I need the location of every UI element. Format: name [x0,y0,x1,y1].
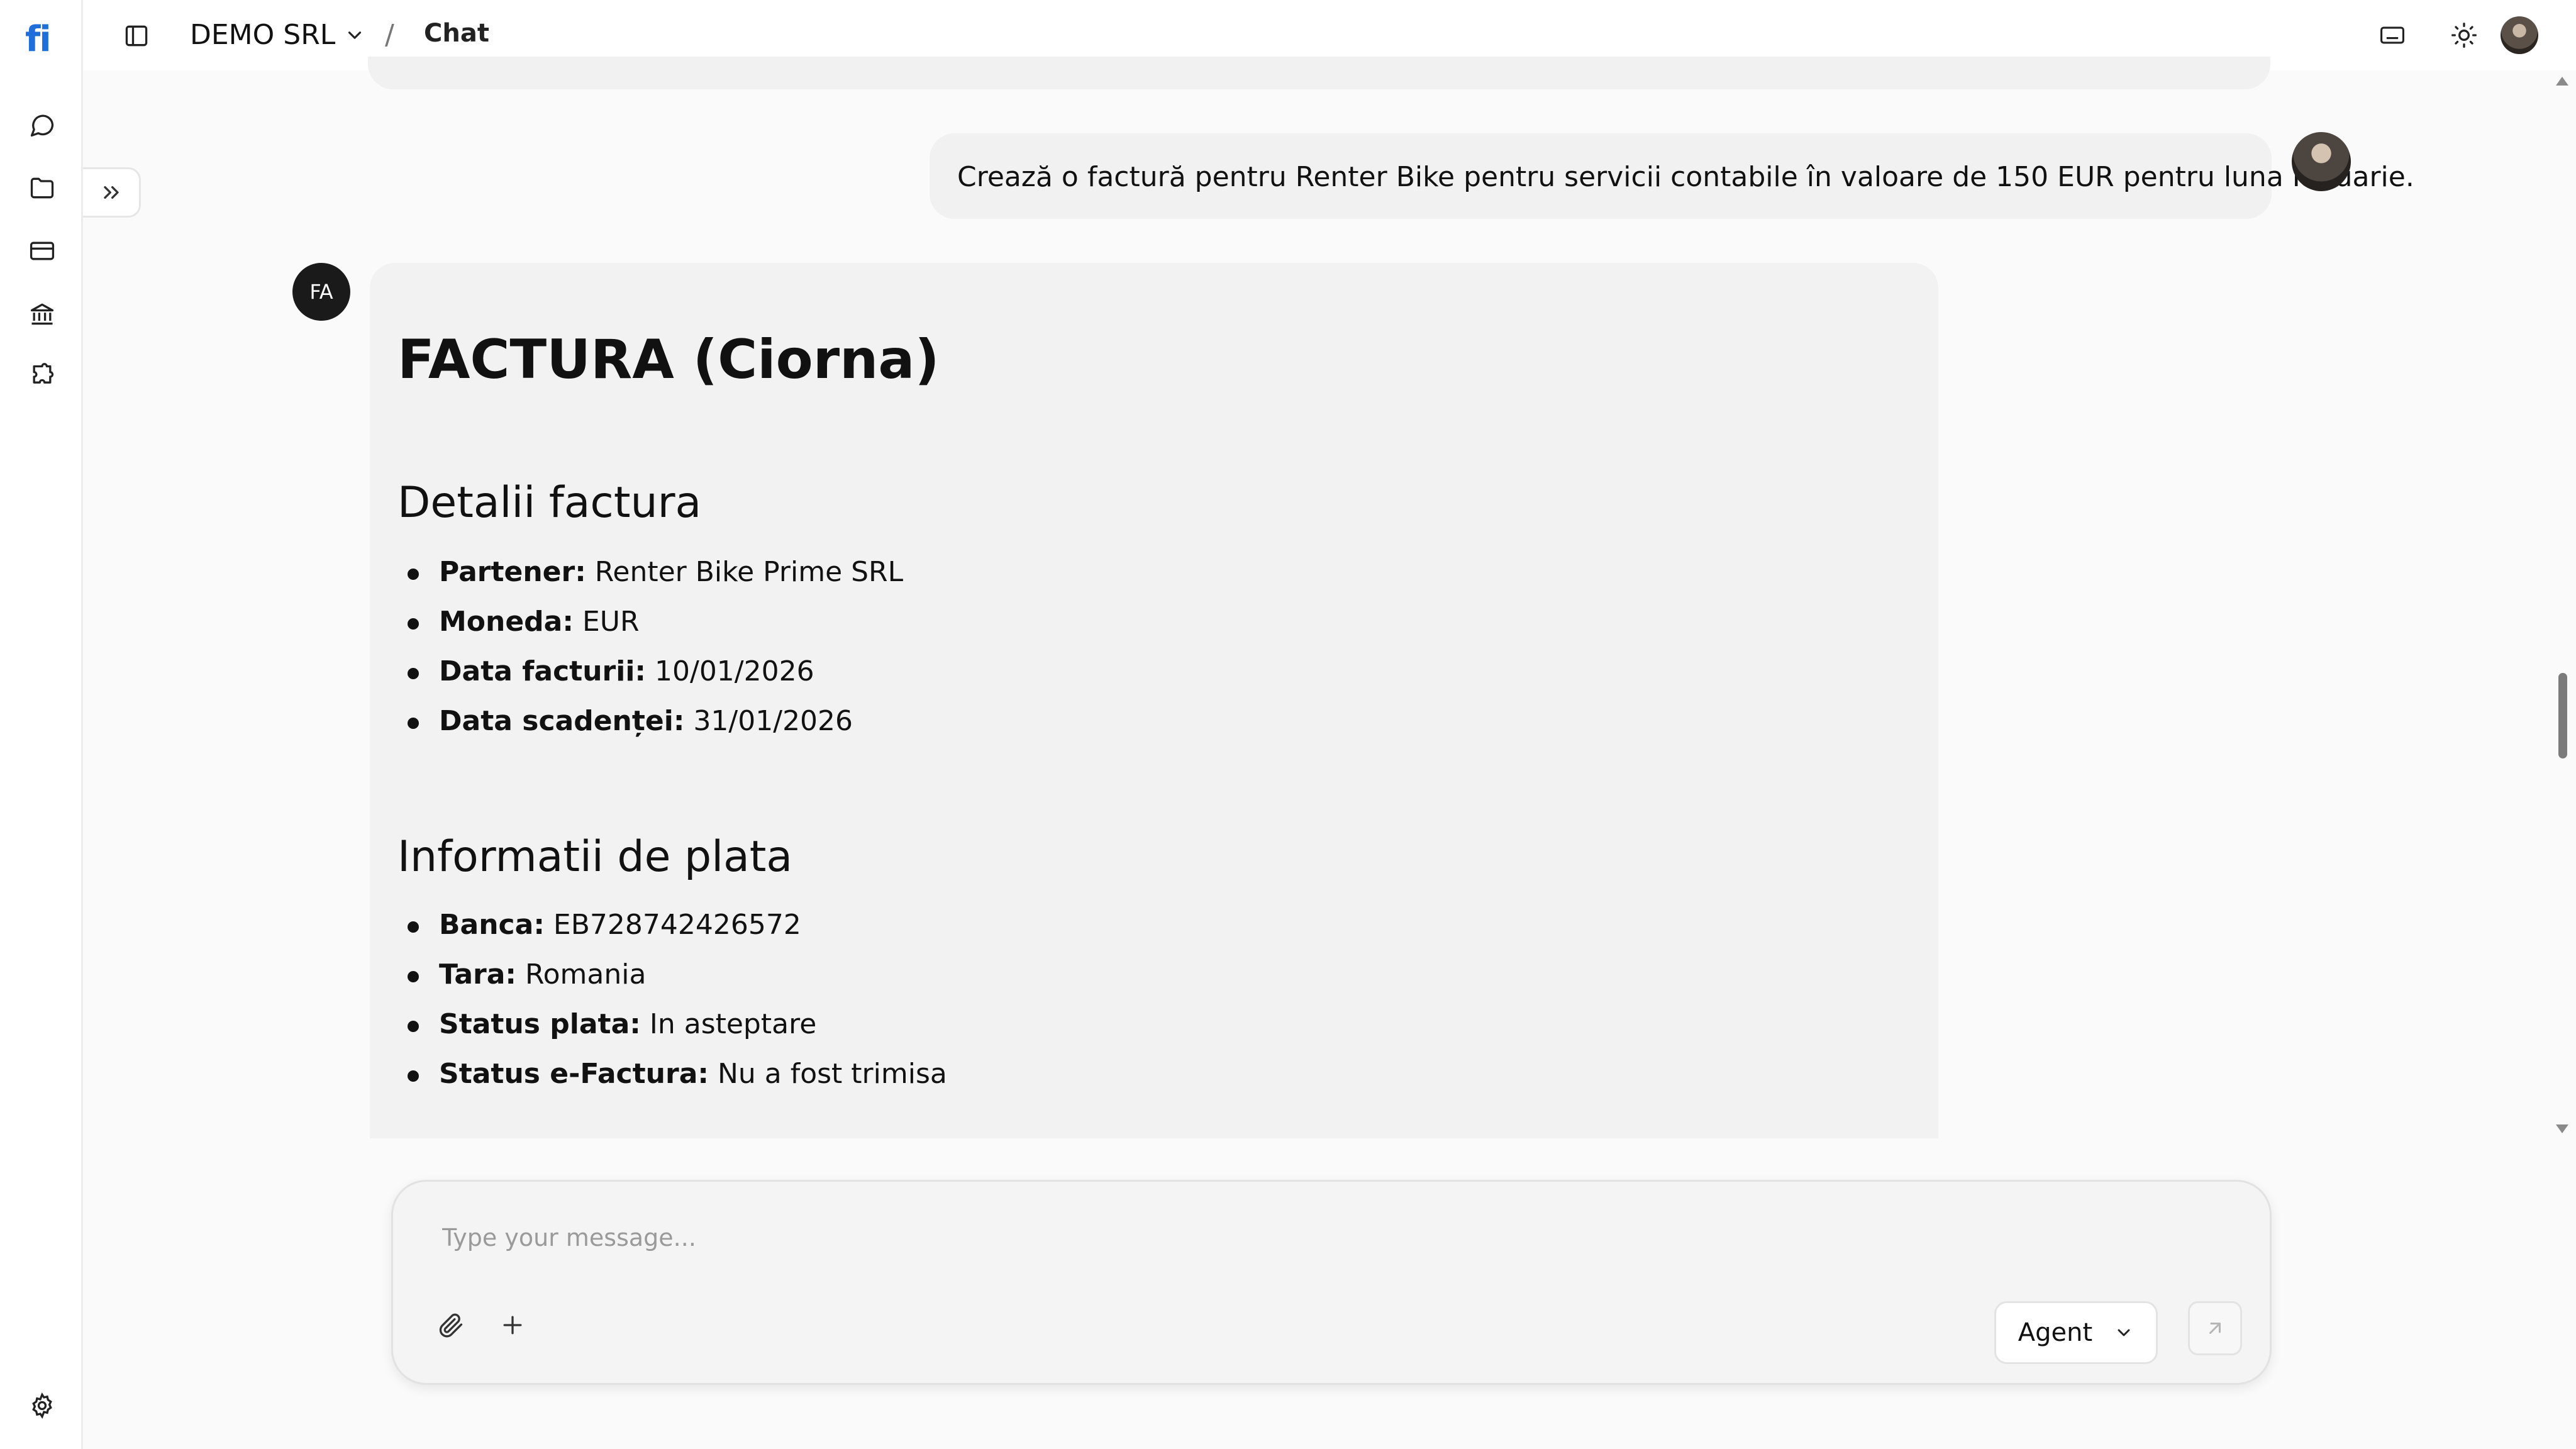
folder-icon [30,177,54,199]
paperclip-icon [439,1313,463,1338]
list-item: Tara: Romania [397,956,947,1006]
theme-toggle-button[interactable] [2446,18,2482,53]
agent-avatar: FA [292,263,350,321]
chevron-down-icon [2118,1329,2130,1336]
puzzle-icon [33,363,54,384]
send-arrow-icon [2209,1323,2221,1334]
app-logo[interactable]: fi [25,19,52,60]
expand-panel-button[interactable] [83,167,141,218]
invoice-title: FACTURA (Ciorna) [397,328,940,391]
scroll-down-arrow-icon[interactable] [2556,1124,2568,1133]
invoice-details-list: Partener: Renter Bike Prime SRL Moneda: … [397,553,903,752]
payment-info-heading: Informatii de plata [397,832,793,882]
list-item: Data scadenței: 31/01/2026 [397,702,903,752]
company-selector[interactable]: DEMO SRL [190,19,365,51]
bank-icon [30,303,54,325]
sidebar-toggle-icon [125,25,148,47]
invoice-details-heading: Detalii factura [397,478,702,528]
chat-scrollbar[interactable] [2550,70,2576,1140]
chevron-down-icon [348,31,362,39]
message-input[interactable] [441,1218,2141,1257]
rail-files-button[interactable] [25,171,59,205]
previous-message-bubble [368,57,2270,89]
list-item: Status plata: In asteptare [397,1006,947,1055]
chevrons-right-icon [103,186,119,199]
scroll-thumb[interactable] [2558,673,2567,758]
payment-info-list: Banca: EB728742426572 Tara: Romania Stat… [397,906,947,1105]
attach-file-button[interactable] [432,1306,470,1344]
rail-bank-button[interactable] [25,297,59,331]
message-composer: Agent [391,1180,2272,1385]
credit-card-icon [30,242,55,260]
keyboard-shortcuts-button[interactable] [2375,18,2410,53]
list-item: Data facturii: 10/01/2026 [397,653,903,702]
plus-icon [503,1316,522,1335]
rail-chat-button[interactable] [25,108,59,142]
user-avatar [2292,132,2351,191]
rail-settings-button[interactable] [25,1389,59,1423]
breadcrumb-current: Chat [424,19,489,48]
list-item: Status e-Factura: Nu a fost trimisa [397,1055,947,1105]
sidebar-toggle-button[interactable] [119,19,153,53]
rail-payments-button[interactable] [25,234,59,268]
mode-selector-label: Agent [2018,1318,2093,1347]
list-item: Partener: Renter Bike Prime SRL [397,553,903,603]
chat-icon [30,114,54,137]
send-button[interactable] [2188,1301,2242,1355]
agent-message-card: FACTURA (Ciorna) Detalii factura Partene… [370,263,1938,1138]
sun-icon [2451,23,2477,48]
add-button[interactable] [494,1306,531,1344]
scroll-up-arrow-icon[interactable] [2556,77,2568,86]
list-item: Banca: EB728742426572 [397,906,947,956]
user-message-bubble: Crează o factură pentru Renter Bike pent… [930,133,2414,219]
company-name: DEMO SRL [190,19,336,51]
user-menu-avatar[interactable] [2501,16,2538,54]
keyboard-icon [2380,26,2404,44]
mode-selector[interactable]: Agent [1994,1301,2158,1364]
left-rail: fi [0,0,83,1449]
breadcrumb-separator: / [385,19,394,51]
list-item: Moneda: EUR [397,603,903,653]
settings-icon [32,1392,52,1419]
rail-integrations-button[interactable] [25,360,59,394]
